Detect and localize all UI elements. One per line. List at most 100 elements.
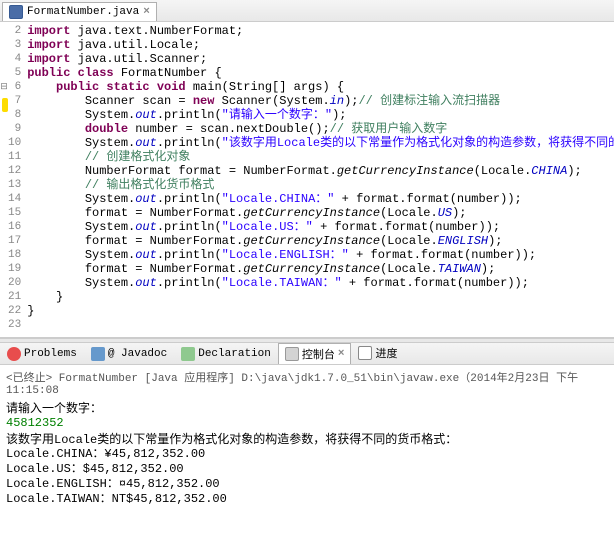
line-number: 19	[8, 262, 21, 276]
line-number: 14	[8, 192, 21, 206]
code-line[interactable]	[27, 318, 614, 332]
tab-label: @ Javadoc	[108, 348, 167, 360]
marker	[0, 266, 8, 280]
line-number: 21	[8, 290, 21, 304]
code-line[interactable]: // 输出格式化货币格式	[27, 178, 614, 192]
close-icon[interactable]: ×	[338, 348, 345, 360]
marker	[0, 112, 8, 126]
tab-label: 控制台	[302, 346, 335, 362]
declaration-icon	[181, 347, 195, 361]
marker	[0, 98, 8, 112]
java-file-icon	[9, 5, 23, 19]
tab-label: 进度	[375, 345, 397, 361]
line-number: 18	[8, 248, 21, 262]
console-view[interactable]: <已终止> FormatNumber [Java 应用程序] D:\java\j…	[0, 365, 614, 511]
console-line: 请输入一个数字：	[6, 399, 608, 416]
tab-label: Declaration	[198, 348, 271, 360]
tab-console[interactable]: 控制台 ×	[278, 343, 352, 364]
code-line[interactable]: public class FormatNumber {	[27, 66, 614, 80]
marker	[0, 322, 8, 336]
marker	[0, 66, 8, 80]
console-icon	[285, 347, 299, 361]
javadoc-icon	[91, 347, 105, 361]
marker	[0, 168, 8, 182]
code-line[interactable]: double number = scan.nextDouble();// 获取用…	[27, 122, 614, 136]
console-line: 该数字用Locale类的以下常量作为格式化对象的构造参数，将获得不同的货币格式：	[6, 430, 608, 447]
marker	[0, 238, 8, 252]
line-number: 6	[8, 80, 21, 94]
progress-icon	[358, 346, 372, 360]
line-number: 7	[8, 94, 21, 108]
code-line[interactable]: System.out.println("请输入一个数字：");	[27, 108, 614, 122]
line-number: 23	[8, 318, 21, 332]
code-line[interactable]: format = NumberFormat.getCurrencyInstanc…	[27, 234, 614, 248]
marker	[0, 308, 8, 322]
line-number: 5	[8, 66, 21, 80]
marker	[0, 154, 8, 168]
editor-tab[interactable]: FormatNumber.java ×	[2, 2, 157, 21]
code-line[interactable]: // 创建格式化对象	[27, 150, 614, 164]
line-number: 22	[8, 304, 21, 318]
marker	[0, 38, 8, 52]
code-line[interactable]: import java.util.Scanner;	[27, 52, 614, 66]
problems-icon	[7, 347, 21, 361]
close-icon[interactable]: ×	[143, 6, 150, 18]
tab-javadoc[interactable]: @ Javadoc	[84, 344, 174, 364]
console-line: Locale.TAIWAN：NT$45,812,352.00	[6, 492, 608, 507]
code-line[interactable]: System.out.println("Locale.US：" + format…	[27, 220, 614, 234]
console-line: Locale.US：$45,812,352.00	[6, 462, 608, 477]
line-number: 15	[8, 206, 21, 220]
marker	[0, 140, 8, 154]
marker	[0, 224, 8, 238]
line-number: 9	[8, 122, 21, 136]
editor-tab-filename: FormatNumber.java	[27, 6, 139, 18]
marker	[0, 294, 8, 308]
console-output: 请输入一个数字：45812352该数字用Locale类的以下常量作为格式化对象的…	[6, 399, 608, 507]
console-line: Locale.CHINA：¥45,812,352.00	[6, 447, 608, 462]
marker	[0, 24, 8, 38]
line-number: 20	[8, 276, 21, 290]
line-number: 10	[8, 136, 21, 150]
line-number: 8	[8, 108, 21, 122]
marker-gutter: ⊟	[0, 22, 8, 337]
marker	[0, 252, 8, 266]
line-number: 3	[8, 38, 21, 52]
code-line[interactable]: System.out.println("该数字用Locale类的以下常量作为格式…	[27, 136, 614, 150]
marker	[0, 196, 8, 210]
code-line[interactable]: System.out.println("Locale.CHINA：" + for…	[27, 192, 614, 206]
marker	[0, 126, 8, 140]
marker	[0, 52, 8, 66]
console-line: 45812352	[6, 416, 608, 430]
code-line[interactable]: Scanner scan = new Scanner(System.in);//…	[27, 94, 614, 108]
marker: ⊟	[0, 80, 8, 94]
line-number: 17	[8, 234, 21, 248]
line-number: 2	[8, 24, 21, 38]
code-line[interactable]: import java.util.Locale;	[27, 38, 614, 52]
code-line[interactable]: NumberFormat format = NumberFormat.getCu…	[27, 164, 614, 178]
console-header: <已终止> FormatNumber [Java 应用程序] D:\java\j…	[6, 369, 608, 397]
code-line[interactable]: public static void main(String[] args) {	[27, 80, 614, 94]
code-line[interactable]: format = NumberFormat.getCurrencyInstanc…	[27, 206, 614, 220]
line-number: 11	[8, 150, 21, 164]
tab-label: Problems	[24, 348, 77, 360]
line-number: 16	[8, 220, 21, 234]
console-tab-bar: Problems @ Javadoc Declaration 控制台 × 进度	[0, 343, 614, 365]
code-line[interactable]: format = NumberFormat.getCurrencyInstanc…	[27, 262, 614, 276]
line-number: 4	[8, 52, 21, 66]
code-content[interactable]: import java.text.NumberFormat;import jav…	[27, 22, 614, 337]
code-line[interactable]: import java.text.NumberFormat;	[27, 24, 614, 38]
code-line[interactable]: }	[27, 304, 614, 318]
code-line[interactable]: }	[27, 290, 614, 304]
marker	[0, 210, 8, 224]
tab-problems[interactable]: Problems	[0, 344, 84, 364]
marker	[0, 280, 8, 294]
tab-declaration[interactable]: Declaration	[174, 344, 278, 364]
code-line[interactable]: System.out.println("Locale.TAIWAN：" + fo…	[27, 276, 614, 290]
code-line[interactable]: System.out.println("Locale.ENGLISH：" + f…	[27, 248, 614, 262]
code-editor[interactable]: ⊟ 234567891011121314151617181920212223 i…	[0, 22, 614, 338]
editor-tab-bar: FormatNumber.java ×	[0, 0, 614, 22]
tab-progress[interactable]: 进度	[351, 342, 404, 364]
marker	[0, 182, 8, 196]
line-number: 13	[8, 178, 21, 192]
line-number-gutter: 234567891011121314151617181920212223	[8, 22, 27, 337]
